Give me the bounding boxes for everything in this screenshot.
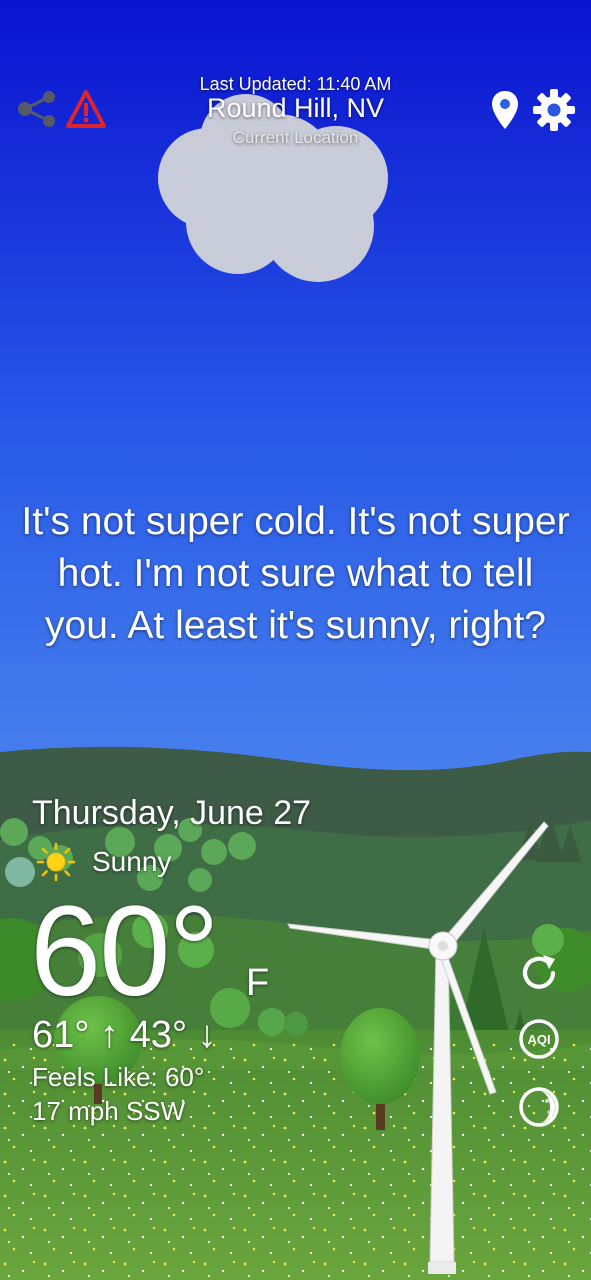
high-low-temperature: 61° ↑ 43° ↓	[32, 1014, 217, 1056]
map-pin-icon[interactable]	[488, 88, 522, 132]
weather-quip: It's not super cold. It's not super hot.…	[21, 500, 570, 647]
aqi-icon[interactable]: AQI	[516, 1016, 562, 1062]
current-temperature: 60°	[30, 880, 220, 1023]
condition-text: Sunny	[92, 846, 172, 877]
refresh-glyph	[522, 955, 556, 989]
wind-text: 17 mph SSW	[32, 1096, 186, 1126]
forecast-date: Thursday, June 27	[32, 794, 312, 832]
temperature-unit[interactable]: F	[246, 962, 269, 1005]
sun-icon	[36, 842, 76, 882]
aqi-label: AQI	[527, 1032, 550, 1047]
condition-row: Sunny	[36, 842, 171, 882]
refresh-icon[interactable]	[516, 950, 562, 996]
moon-phase-icon[interactable]	[516, 1084, 562, 1130]
feels-like-text: Feels Like: 60°	[32, 1062, 205, 1092]
gear-icon[interactable]	[530, 86, 578, 134]
moon-glyph	[519, 1087, 559, 1127]
aqi-glyph: AQI	[519, 1019, 559, 1059]
map-pin-glyph	[492, 91, 518, 129]
gear-glyph	[533, 89, 575, 131]
